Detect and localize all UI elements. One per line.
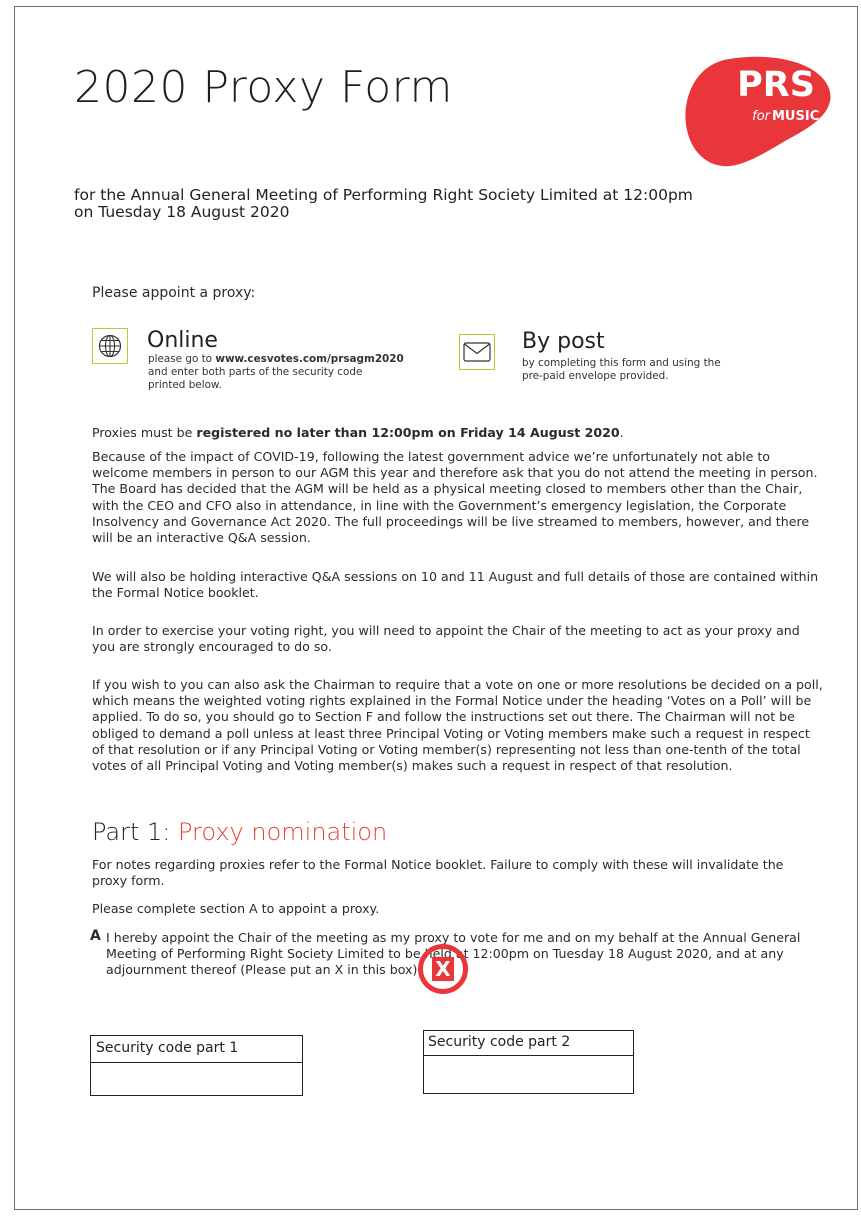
envelope-icon	[459, 334, 495, 370]
online-description: please go to www.cesvotes.com/prsagm2020…	[148, 353, 448, 392]
paragraph-line: Because of the impact of COVID-19, follo…	[92, 449, 770, 464]
appoint-proxy-label: Please appoint a proxy:	[92, 285, 256, 301]
deadline-text: .	[619, 425, 624, 440]
part1-title: Proxy nomination	[178, 818, 388, 846]
paragraph-line: applied. To do so, you should go to Sect…	[92, 709, 795, 725]
voting-paragraph: In order to exercise your voting right, …	[92, 623, 800, 655]
paragraph-line: you are strongly encouraged to do so.	[92, 639, 332, 655]
paragraph-line: with the CEO and CFO also in attendance,…	[92, 497, 787, 513]
notes-line: For notes regarding proxies refer to the…	[92, 857, 784, 872]
section-a-line: I hereby appoint the Chair of the meetin…	[106, 930, 801, 945]
paragraph-line: In order to exercise your voting right, …	[92, 623, 800, 638]
post-desc-text: pre-paid envelope provided.	[522, 370, 669, 382]
logo-music-text: MUSIC	[772, 109, 819, 124]
logo-for-text: for	[752, 109, 772, 124]
online-url-link[interactable]: www.cesvotes.com/prsagm2020	[215, 353, 403, 365]
subtitle-line: for the Annual General Meeting of Perfor…	[74, 186, 693, 204]
paragraph-line: If you wish to you can also ask the Chai…	[92, 677, 823, 692]
logo-prs-text: PRS	[737, 65, 815, 105]
online-desc-text: and enter both parts of the security cod…	[148, 366, 363, 378]
security-code-part1-label-row: Security code part 1	[91, 1036, 302, 1063]
part1-heading: Part 1: Proxy nomination	[92, 818, 387, 846]
subtitle-line: on Tuesday 18 August 2020	[74, 203, 290, 221]
post-desc-text: by completing this form and using the	[522, 357, 721, 369]
part1-notes: For notes regarding proxies refer to the…	[92, 857, 783, 889]
paragraph-line: votes of all Principal Voting and Voting…	[92, 758, 733, 774]
paragraph-line: the Formal Notice booklet.	[92, 585, 259, 601]
part1-label: Part 1:	[92, 818, 178, 846]
deadline-text: Proxies must be	[92, 425, 197, 440]
deadline-date: registered no later than 12:00pm on Frid…	[196, 425, 620, 440]
security-code-part1-box: Security code part 1	[90, 1035, 303, 1096]
post-title: By post	[522, 329, 605, 354]
page-title: 2020 Proxy Form	[74, 62, 453, 113]
security-code-part2-label-row: Security code part 2	[424, 1031, 633, 1056]
part1-instruction: Please complete section A to appoint a p…	[92, 901, 380, 916]
security-code-part2-label: Security code part 2	[428, 1034, 571, 1050]
covid-paragraph: Because of the impact of COVID-19, follo…	[92, 449, 818, 546]
notes-line: proxy form.	[92, 873, 165, 889]
paragraph-line: We will also be holding interactive Q&A …	[92, 569, 819, 584]
security-code-part1-label: Security code part 1	[96, 1040, 239, 1056]
meeting-subtitle: for the Annual General Meeting of Perfor…	[74, 187, 774, 221]
prs-for-music-logo: PRS for MUSIC	[685, 56, 831, 167]
x-mark: X	[432, 957, 454, 981]
online-title: Online	[147, 328, 218, 353]
qa-paragraph: We will also be holding interactive Q&A …	[92, 569, 818, 601]
online-desc-text: printed below.	[148, 379, 222, 391]
globe-icon	[92, 328, 128, 364]
security-code-part1-field[interactable]	[95, 1066, 298, 1092]
paragraph-line: which means the weighted voting rights e…	[92, 693, 812, 709]
security-code-part2-field[interactable]	[428, 1061, 629, 1087]
paragraph-line: The Board has decided that the AGM will …	[92, 481, 803, 497]
online-desc-text: please go to	[148, 353, 216, 365]
paragraph-line: Insolvency and Governance Act 2020. The …	[92, 513, 810, 529]
paragraph-line: obliged to demand a poll unless at least…	[92, 725, 810, 741]
post-description: by completing this form and using the pr…	[522, 357, 782, 383]
deadline-notice: Proxies must be registered no later than…	[92, 425, 624, 441]
poll-paragraph: If you wish to you can also ask the Chai…	[92, 677, 823, 774]
proxy-appointment-checkbox[interactable]: X	[418, 944, 468, 994]
security-code-part2-box: Security code part 2	[423, 1030, 634, 1094]
section-a-letter: A	[90, 928, 101, 944]
paragraph-line: of that resolution or if any Principal V…	[92, 741, 801, 757]
paragraph-line: will be an interactive Q&A session.	[92, 530, 311, 546]
paragraph-line: welcome members in person to our AGM thi…	[92, 465, 818, 481]
